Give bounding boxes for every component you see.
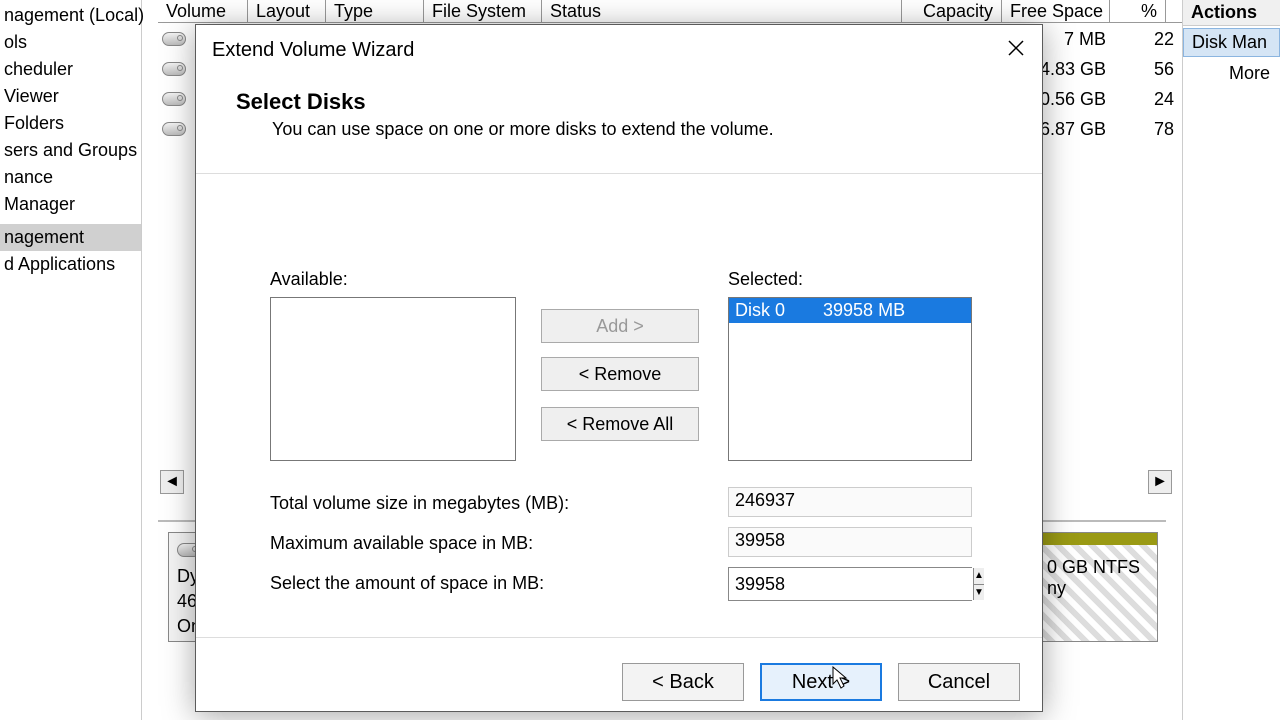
tree-item[interactable]: sers and Groups bbox=[0, 137, 141, 164]
selected-disk-size: 39958 MB bbox=[823, 300, 905, 321]
max-space-value: 39958 bbox=[728, 527, 972, 557]
tree-item[interactable]: Viewer bbox=[0, 83, 141, 110]
volume-icon bbox=[162, 62, 186, 76]
actions-item-disk-management[interactable]: Disk Man bbox=[1183, 28, 1280, 57]
selected-label: Selected: bbox=[728, 269, 803, 290]
tree-item[interactable]: Folders bbox=[0, 110, 141, 137]
available-label: Available: bbox=[270, 269, 348, 290]
dialog-title: Extend Volume Wizard bbox=[212, 39, 414, 62]
dialog-subtext: You can use space on one or more disks t… bbox=[272, 119, 774, 140]
actions-panel: Actions Disk Man More bbox=[1182, 0, 1280, 720]
dialog-footer: < Back Next > Cancel bbox=[196, 663, 1042, 701]
actions-header: Actions bbox=[1183, 0, 1280, 26]
partition-color-bar bbox=[1039, 533, 1157, 545]
col-status[interactable]: Status bbox=[542, 0, 902, 22]
col-capacity[interactable]: Capacity bbox=[902, 0, 1002, 22]
total-size-value: 246937 bbox=[728, 487, 972, 517]
volume-icon bbox=[162, 92, 186, 106]
partition-box[interactable]: 0 GB NTFS ny bbox=[1038, 532, 1158, 642]
divider bbox=[196, 637, 1042, 638]
tree-item[interactable]: nance bbox=[0, 164, 141, 191]
volume-list-header: Volume Layout Type File System Status Ca… bbox=[158, 0, 1280, 23]
col-volume[interactable]: Volume bbox=[158, 0, 248, 22]
volume-icon bbox=[162, 122, 186, 136]
partition-status: ny bbox=[1047, 578, 1066, 598]
dialog-heading-area: Select Disks You can use space on one or… bbox=[236, 89, 774, 140]
selected-disk-name: Disk 0 bbox=[735, 300, 785, 321]
selected-disks-list[interactable]: Disk 0 39958 MB bbox=[728, 297, 972, 461]
spin-up-button[interactable]: ▲ bbox=[974, 568, 984, 585]
available-disks-list[interactable] bbox=[270, 297, 516, 461]
cell-percent: 78 bbox=[1124, 119, 1174, 140]
selected-disk-item[interactable]: Disk 0 39958 MB bbox=[729, 298, 971, 323]
back-button[interactable]: < Back bbox=[622, 663, 744, 701]
scroll-right-button[interactable]: ► bbox=[1148, 470, 1172, 494]
tree-item[interactable]: d Applications bbox=[0, 251, 141, 278]
dialog-heading: Select Disks bbox=[236, 89, 774, 115]
spin-down-button[interactable]: ▼ bbox=[974, 585, 984, 601]
extend-volume-wizard-dialog: Extend Volume Wizard Select Disks You ca… bbox=[195, 24, 1043, 712]
partition-size: 0 GB NTFS bbox=[1047, 557, 1140, 577]
tree-item-disk-management[interactable]: nagement bbox=[0, 224, 141, 251]
close-button[interactable] bbox=[998, 33, 1034, 63]
col-layout[interactable]: Layout bbox=[248, 0, 326, 22]
col-type[interactable]: Type bbox=[326, 0, 424, 22]
scroll-left-button[interactable]: ◄ bbox=[160, 470, 184, 494]
next-button[interactable]: Next > bbox=[760, 663, 882, 701]
remove-all-button[interactable]: < Remove All bbox=[541, 407, 699, 441]
cell-percent: 56 bbox=[1124, 59, 1174, 80]
cancel-button[interactable]: Cancel bbox=[898, 663, 1020, 701]
amount-input[interactable] bbox=[729, 568, 973, 600]
spinner-buttons: ▲ ▼ bbox=[973, 568, 984, 600]
max-space-label: Maximum available space in MB: bbox=[270, 533, 533, 554]
amount-label: Select the amount of space in MB: bbox=[270, 573, 544, 594]
cell-percent: 22 bbox=[1124, 29, 1174, 50]
volume-icon bbox=[162, 32, 186, 46]
tree-item[interactable]: nagement (Local) bbox=[0, 2, 141, 29]
tree-item[interactable]: Manager bbox=[0, 191, 141, 218]
add-button[interactable]: Add > bbox=[541, 309, 699, 343]
actions-more[interactable]: More bbox=[1183, 57, 1280, 84]
col-percent[interactable]: % bbox=[1110, 0, 1166, 22]
remove-button[interactable]: < Remove bbox=[541, 357, 699, 391]
close-icon bbox=[1008, 40, 1024, 56]
col-freespace[interactable]: Free Space bbox=[1002, 0, 1110, 22]
amount-spinner[interactable]: ▲ ▼ bbox=[728, 567, 972, 601]
tree-item[interactable]: cheduler bbox=[0, 56, 141, 83]
tree-item[interactable]: ols bbox=[0, 29, 141, 56]
nav-tree: nagement (Local) ols cheduler Viewer Fol… bbox=[0, 0, 142, 720]
cell-percent: 24 bbox=[1124, 89, 1174, 110]
divider bbox=[196, 173, 1042, 174]
total-size-label: Total volume size in megabytes (MB): bbox=[270, 493, 569, 514]
col-filesystem[interactable]: File System bbox=[424, 0, 542, 22]
